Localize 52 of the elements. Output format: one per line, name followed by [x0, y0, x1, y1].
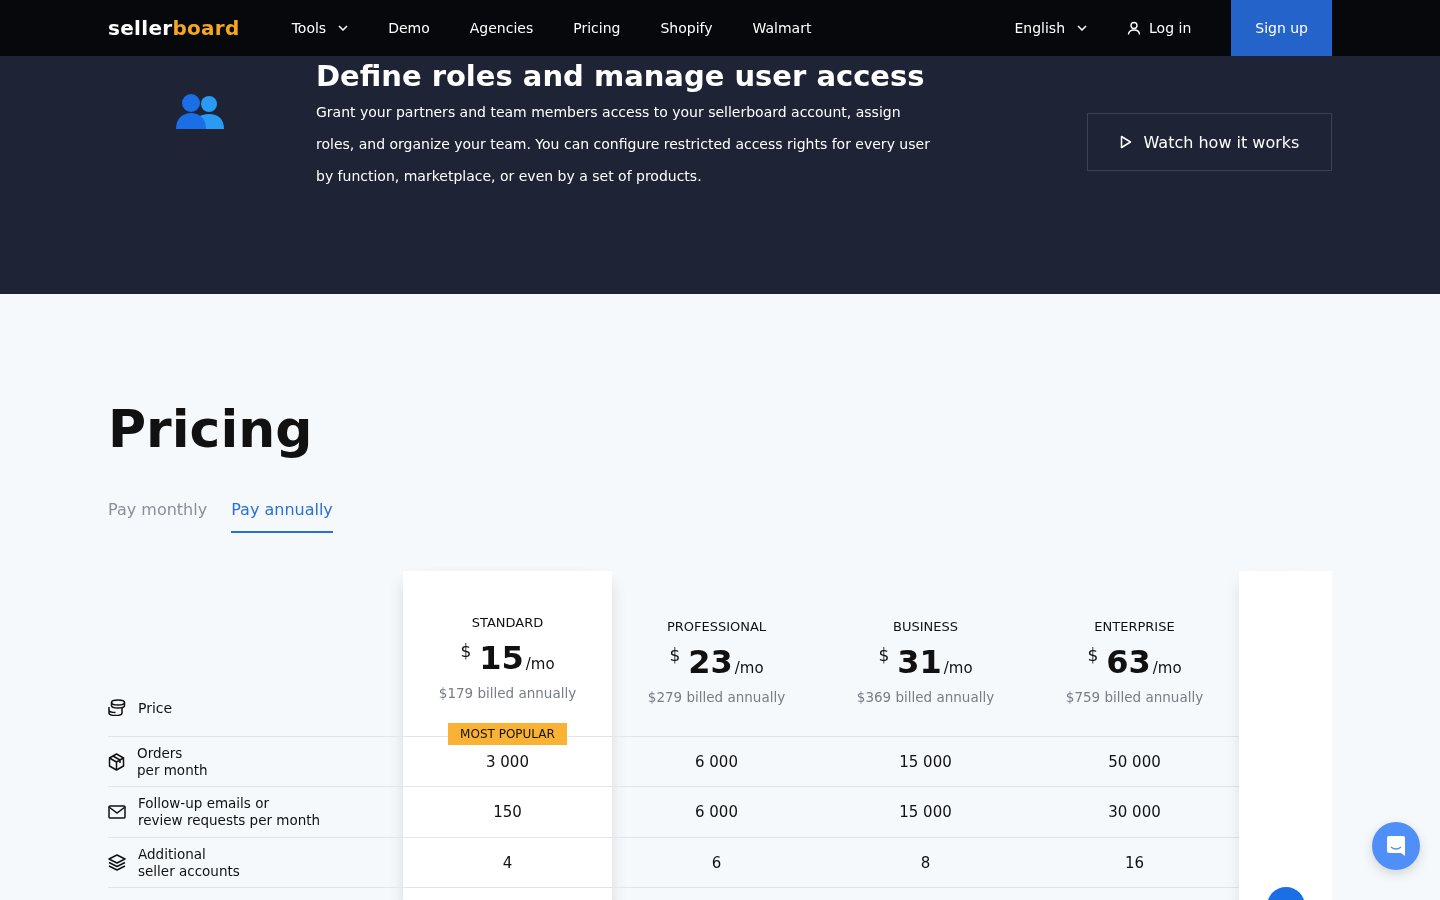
plan-price: 63: [1106, 643, 1151, 681]
logo[interactable]: sellerboard: [108, 16, 240, 40]
price-period: /mo: [1152, 659, 1182, 677]
table-cell: 4: [502, 853, 513, 872]
table-cell: 6 000: [695, 803, 738, 821]
currency-symbol: $: [878, 645, 890, 665]
table-cell: 15 000: [899, 752, 952, 771]
billing-note: $369 billed annually: [856, 689, 995, 705]
plan-name: ENTERPRISE: [1094, 619, 1175, 635]
row-label: Orders per month: [137, 744, 208, 779]
billing-note: $279 billed annually: [647, 689, 786, 705]
table-cell: 150: [493, 803, 522, 821]
plan-name: BUSINESS: [893, 619, 958, 635]
watch-video-button[interactable]: Watch how it works: [1087, 113, 1332, 171]
nav-link[interactable]: Tools: [291, 20, 349, 36]
table-cell: 8: [920, 853, 931, 872]
plan-price: 15: [479, 639, 524, 677]
billing-tab[interactable]: Pay annually: [231, 500, 333, 533]
plan-price: 23: [688, 643, 733, 681]
plan-name: PROFESSIONAL: [666, 619, 767, 635]
row-label: Price: [138, 700, 173, 716]
login-link[interactable]: Log in: [1127, 20, 1192, 36]
currency-symbol: $: [1087, 645, 1099, 665]
section-heading: Define roles and manage user access: [316, 58, 926, 94]
table-cell: 15 000: [899, 803, 952, 821]
description-text: Grant your partners and team members access to your sellerboard account, assign roles, and organize your team. You can configure restricted access rights for every user by function, marketplace, or even by a set of products.: [316, 103, 931, 186]
table-cell: 50 000: [1108, 752, 1161, 771]
plan-name: STANDARD: [471, 615, 544, 631]
table-cell: 6 000: [695, 752, 738, 771]
price-period: /mo: [734, 659, 764, 677]
table-cell: 16: [1124, 853, 1145, 872]
nav-link[interactable]: Walmart: [752, 20, 812, 36]
billing-note: $759 billed annually: [1065, 689, 1204, 705]
currency-symbol: $: [669, 645, 681, 665]
nav-link[interactable]: Pricing: [573, 20, 621, 36]
currency-symbol: $: [460, 641, 472, 661]
plan-price: 31: [897, 643, 942, 681]
table-cell: 6: [711, 853, 722, 872]
row-label: Additional seller accounts: [138, 845, 240, 880]
billing-note: $179 billed annually: [438, 685, 577, 701]
signup-button[interactable]: Sign up: [1231, 0, 1332, 56]
table-cell: 3 000: [486, 752, 529, 771]
price-period: /mo: [943, 659, 973, 677]
price-period: /mo: [525, 655, 555, 673]
row-label: Follow-up emails or review requests per month: [138, 795, 321, 829]
table-cell: 30 000: [1108, 803, 1161, 821]
nav-link[interactable]: Demo: [388, 20, 430, 36]
popular-badge: MOST POPULAR: [448, 723, 567, 745]
nav-link[interactable]: Shopify: [660, 20, 713, 36]
language-selector[interactable]: English: [1014, 20, 1088, 36]
page-heading: Pricing: [108, 398, 314, 461]
nav-link[interactable]: Agencies: [469, 20, 534, 36]
